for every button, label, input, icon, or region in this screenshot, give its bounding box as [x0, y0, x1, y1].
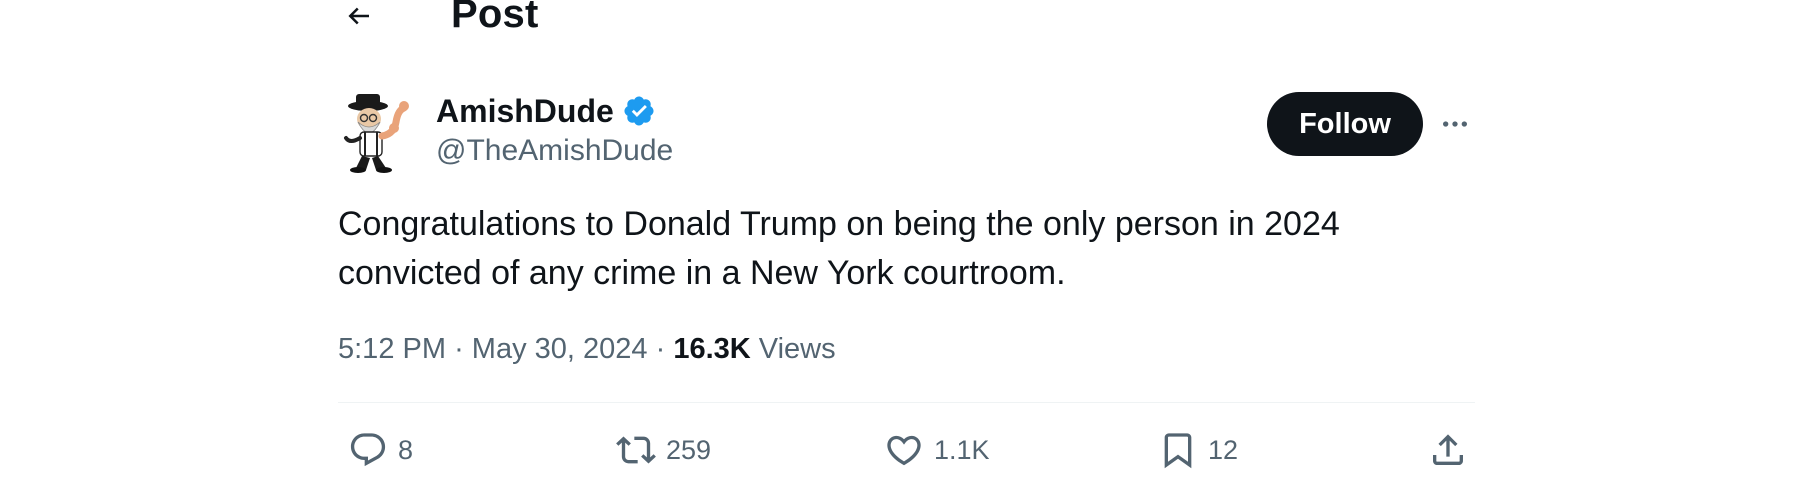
bookmark-button[interactable]: 12 [1158, 428, 1238, 472]
share-button[interactable] [1428, 428, 1468, 472]
divider [338, 402, 1475, 403]
meta-separator: · [655, 333, 666, 365]
bookmark-icon [1164, 433, 1192, 469]
avatar[interactable] [338, 92, 414, 174]
tweet-text: Congratulations to Donald Trump on being… [338, 205, 1340, 292]
reply-button[interactable]: 8 [348, 428, 413, 472]
tweet-time[interactable]: 5:12 PM [338, 333, 446, 365]
repost-button[interactable]: 259 [616, 428, 711, 472]
follow-button[interactable]: Follow [1267, 92, 1423, 156]
bookmark-count: 12 [1208, 435, 1239, 465]
verified-badge-icon[interactable] [622, 94, 656, 128]
more-button[interactable] [1437, 106, 1473, 142]
author-info[interactable]: AmishDude @TheAmishDude [436, 92, 673, 170]
repost-count: 259 [666, 435, 712, 465]
handle[interactable]: @TheAmishDude [436, 132, 673, 170]
reply-icon [350, 433, 386, 467]
back-button[interactable] [338, 0, 380, 32]
display-name[interactable]: AmishDude [436, 92, 614, 130]
repost-icon [616, 436, 656, 464]
heart-icon [887, 435, 921, 466]
page-title: Post [451, 0, 539, 36]
tweet-meta: 5:12 PM · May 30, 2024 · 16.3K Views [338, 330, 836, 368]
meta-separator: · [454, 333, 464, 365]
more-horizontal-icon [1443, 121, 1467, 127]
like-count: 1.1K [934, 435, 990, 465]
views-count: 16.3K [673, 333, 751, 365]
arrow-left-icon [348, 7, 369, 25]
like-button[interactable]: 1.1K [884, 428, 990, 472]
reply-count: 8 [398, 435, 414, 465]
views-label: Views [758, 333, 836, 365]
avatar-image [344, 94, 409, 173]
tweet-date[interactable]: May 30, 2024 [472, 333, 648, 365]
share-icon [1433, 434, 1463, 465]
display-name-row: AmishDude [436, 92, 673, 130]
